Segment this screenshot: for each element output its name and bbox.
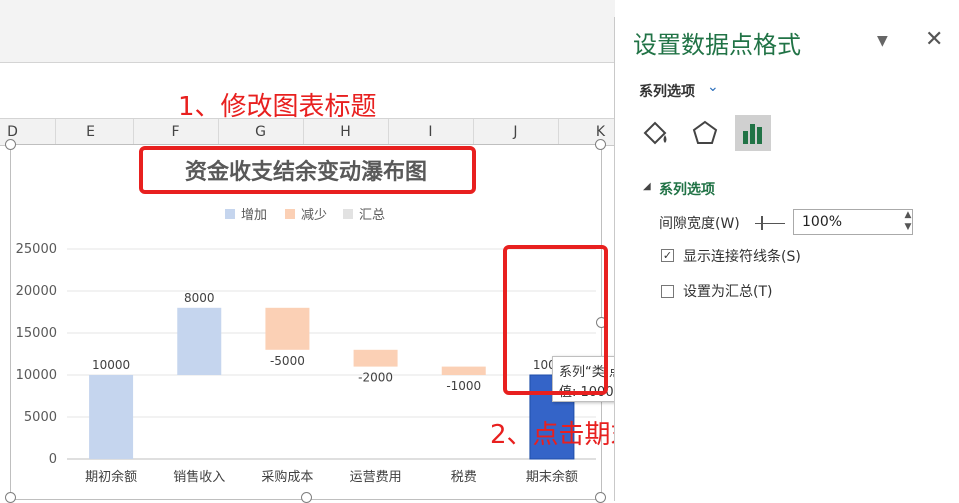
legend-item: 减少 xyxy=(285,208,327,223)
set-as-total-checkbox[interactable] xyxy=(661,285,674,298)
y-tick-label: 10000 xyxy=(16,368,57,383)
legend-item: 汇总 xyxy=(343,208,385,223)
gap-width-slider[interactable] xyxy=(755,223,785,224)
category-label: 税费 xyxy=(451,470,477,485)
legend-item: 增加 xyxy=(225,208,267,223)
column-header[interactable]: E xyxy=(48,119,134,145)
resize-handle-bottom-mid[interactable] xyxy=(301,492,312,503)
gap-width-input[interactable] xyxy=(793,209,913,235)
resize-handle-top-right[interactable] xyxy=(595,139,606,150)
resize-handle-bottom-right[interactable] xyxy=(595,492,606,503)
category-label: 销售收入 xyxy=(173,469,225,485)
bar-2[interactable] xyxy=(177,307,222,375)
bar-4[interactable] xyxy=(353,349,398,367)
show-connector-checkbox[interactable]: ✓ xyxy=(661,249,674,262)
data-label: 10000 xyxy=(92,358,130,372)
data-label: -5000 xyxy=(270,354,305,368)
category-label: 运营费用 xyxy=(350,470,402,485)
title-highlight-box xyxy=(139,146,476,194)
bar-1[interactable] xyxy=(89,375,134,459)
close-icon[interactable]: ✕ xyxy=(925,27,943,52)
category-label: 期末余额 xyxy=(526,469,578,485)
gap-width-label: 间隙宽度(W) xyxy=(659,216,740,232)
y-tick-label: 15000 xyxy=(16,326,57,341)
data-label: -1000 xyxy=(446,379,481,393)
column-header[interactable]: I xyxy=(388,119,474,145)
collapse-triangle-icon[interactable]: ◢ xyxy=(643,181,651,192)
set-as-total-label: 设置为汇总(T) xyxy=(683,284,773,300)
chart-legend[interactable]: 增加 减少 汇总 xyxy=(225,208,385,223)
formula-area xyxy=(0,0,615,63)
gap-width-spinner[interactable]: ▲ ▼ xyxy=(901,209,915,235)
series-options-dropdown[interactable]: 系列选项 xyxy=(639,81,695,101)
pane-title: 设置数据点格式 xyxy=(633,31,801,59)
show-connector-label: 显示连接符线条(S) xyxy=(683,249,801,265)
data-label: -2000 xyxy=(358,371,393,385)
legend-label: 汇总 xyxy=(359,208,385,223)
gap-width-slider-thumb[interactable] xyxy=(761,216,763,230)
y-tick-label: 0 xyxy=(49,452,57,467)
legend-label: 增加 xyxy=(241,208,267,223)
category-label: 期初余额 xyxy=(85,469,137,485)
resize-handle-top-left[interactable] xyxy=(5,139,16,150)
resize-handle-bottom-left[interactable] xyxy=(5,492,16,503)
chevron-down-icon[interactable]: ⌄ xyxy=(707,79,719,95)
legend-swatch[interactable] xyxy=(225,209,235,219)
legend-swatch[interactable] xyxy=(343,209,353,219)
fill-line-icon[interactable] xyxy=(637,115,673,151)
category-label: 采购成本 xyxy=(261,469,313,485)
y-tick-label: 25000 xyxy=(16,242,57,257)
data-label: 8000 xyxy=(184,291,215,305)
y-tick-label: 5000 xyxy=(24,410,57,425)
format-data-point-pane: 设置数据点格式 ▼ ✕ 系列选项 ⌄ ◢ 系列选项 间隙宽度(W) ▲▼ ✓ 显… xyxy=(614,17,959,501)
step1-annotation: 1、修改图表标题 xyxy=(178,92,377,122)
legend-label: 减少 xyxy=(301,208,327,223)
section-series-options[interactable]: 系列选项 xyxy=(659,179,715,199)
column-header[interactable]: J xyxy=(473,119,559,145)
effects-icon[interactable] xyxy=(687,115,723,151)
series-options-icon[interactable] xyxy=(735,115,771,151)
selected-bar-highlight-box xyxy=(503,245,608,395)
pane-options-dropdown-icon[interactable]: ▼ xyxy=(877,33,888,49)
bar-5[interactable] xyxy=(441,366,486,375)
bar-3[interactable] xyxy=(265,307,310,350)
y-tick-label: 20000 xyxy=(16,284,57,299)
legend-swatch[interactable] xyxy=(285,209,295,219)
